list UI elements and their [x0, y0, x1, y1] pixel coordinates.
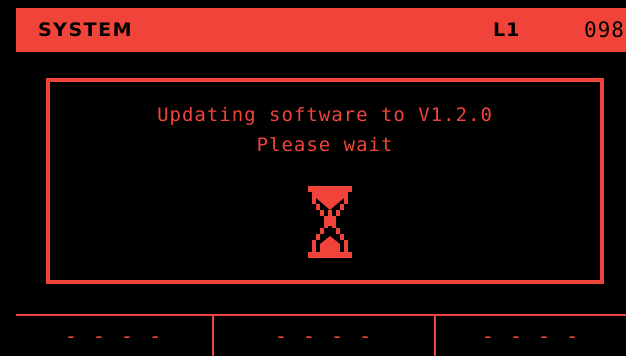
- softkey-bar: - - - - - - - - - - - -: [16, 314, 626, 356]
- header-bar: SYSTEM L1 098: [16, 8, 626, 52]
- page-title: SYSTEM: [38, 19, 133, 41]
- update-message: Updating software to V1.2.0: [157, 104, 493, 126]
- program-number: 098: [584, 18, 625, 42]
- wait-message: Please wait: [256, 134, 394, 156]
- update-dialog: Updating software to V1.2.0 Please wait: [46, 78, 604, 284]
- layer-indicator: L1: [493, 19, 521, 41]
- softkey-1[interactable]: - - - -: [16, 316, 212, 356]
- softkey-3[interactable]: - - - -: [436, 316, 626, 356]
- device-screen: SYSTEM L1 098 Updating software to V1.2.…: [0, 0, 626, 356]
- softkey-2[interactable]: - - - -: [214, 316, 434, 356]
- hourglass-icon: [308, 186, 352, 258]
